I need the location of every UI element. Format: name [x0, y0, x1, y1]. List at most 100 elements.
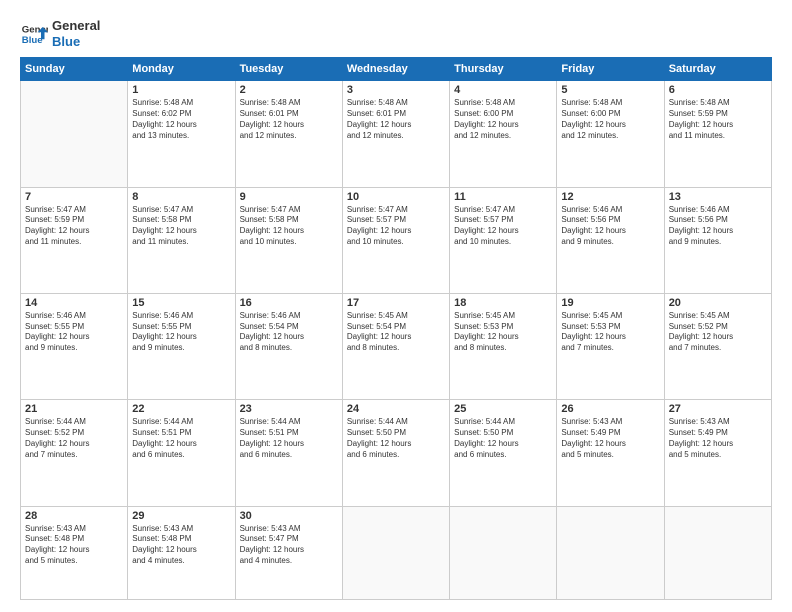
weekday-header-row: SundayMondayTuesdayWednesdayThursdayFrid…: [21, 58, 772, 81]
cell-info: Sunrise: 5:44 AM Sunset: 5:51 PM Dayligh…: [132, 417, 230, 460]
week-row-1: 1 Sunrise: 5:48 AM Sunset: 6:02 PM Daylig…: [21, 81, 772, 187]
cell-info: Sunrise: 5:45 AM Sunset: 5:53 PM Dayligh…: [561, 311, 659, 354]
calendar-cell: 21Sunrise: 5:44 AM Sunset: 5:52 PM Dayli…: [21, 400, 128, 506]
calendar-cell: [21, 81, 128, 187]
page: General Blue General Blue SundayMondayTu…: [0, 0, 792, 612]
calendar-cell: 12 Sunrise: 5:46 AM Sunset: 5:56 PM Dayli…: [557, 187, 664, 293]
week-row-3: 14 Sunrise: 5:46 AM Sunset: 5:55 PM Dayli…: [21, 293, 772, 399]
cell-info: Sunrise: 5:46 AM Sunset: 5:54 PM Dayligh…: [240, 311, 338, 354]
day-number: 19: [561, 297, 659, 309]
calendar-cell: 1 Sunrise: 5:48 AM Sunset: 6:02 PM Daylig…: [128, 81, 235, 187]
calendar-cell: 28 Sunrise: 5:43 AM Sunset: 5:48 PM Dayli…: [21, 506, 128, 599]
day-number: 29: [132, 510, 230, 522]
cell-info: Sunrise: 5:48 AM Sunset: 6:01 PM Dayligh…: [240, 98, 338, 141]
cell-info: Sunrise: 5:48 AM Sunset: 6:01 PM Dayligh…: [347, 98, 445, 141]
calendar-cell: [450, 506, 557, 599]
cell-info: Sunrise: 5:44 AM Sunset: 5:50 PM Dayligh…: [454, 417, 552, 460]
calendar-cell: 17Sunrise: 5:45 AM Sunset: 5:54 PM Dayli…: [342, 293, 449, 399]
cell-info: Sunrise: 5:47 AM Sunset: 5:57 PM Dayligh…: [347, 205, 445, 248]
day-number: 14: [25, 297, 123, 309]
calendar-cell: 25 Sunrise: 5:44 AM Sunset: 5:50 PM Dayli…: [450, 400, 557, 506]
cell-info: Sunrise: 5:46 AM Sunset: 5:56 PM Dayligh…: [669, 205, 767, 248]
day-number: 3: [347, 84, 445, 96]
calendar-cell: [557, 506, 664, 599]
day-number: 1: [132, 84, 230, 96]
day-number: 22: [132, 403, 230, 415]
calendar-cell: 11 Sunrise: 5:47 AM Sunset: 5:57 PM Dayli…: [450, 187, 557, 293]
cell-info: Sunrise: 5:47 AM Sunset: 5:58 PM Dayligh…: [240, 205, 338, 248]
weekday-wednesday: Wednesday: [342, 58, 449, 81]
calendar-cell: 26 Sunrise: 5:43 AM Sunset: 5:49 PM Dayli…: [557, 400, 664, 506]
day-number: 20: [669, 297, 767, 309]
day-number: 2: [240, 84, 338, 96]
day-number: 18: [454, 297, 552, 309]
calendar-cell: 29 Sunrise: 5:43 AM Sunset: 5:48 PM Dayli…: [128, 506, 235, 599]
cell-info: Sunrise: 5:48 AM Sunset: 5:59 PM Dayligh…: [669, 98, 767, 141]
calendar-cell: 23 Sunrise: 5:44 AM Sunset: 5:51 PM Dayli…: [235, 400, 342, 506]
cell-info: Sunrise: 5:45 AM Sunset: 5:54 PM Dayligh…: [347, 311, 445, 354]
calendar-cell: 4 Sunrise: 5:48 AM Sunset: 6:00 PM Daylig…: [450, 81, 557, 187]
day-number: 4: [454, 84, 552, 96]
cell-info: Sunrise: 5:48 AM Sunset: 6:00 PM Dayligh…: [561, 98, 659, 141]
logo: General Blue General Blue: [20, 18, 100, 49]
cell-info: Sunrise: 5:46 AM Sunset: 5:55 PM Dayligh…: [132, 311, 230, 354]
calendar-cell: 7 Sunrise: 5:47 AM Sunset: 5:59 PM Daylig…: [21, 187, 128, 293]
cell-info: Sunrise: 5:48 AM Sunset: 6:00 PM Dayligh…: [454, 98, 552, 141]
weekday-thursday: Thursday: [450, 58, 557, 81]
calendar-cell: [664, 506, 771, 599]
weekday-saturday: Saturday: [664, 58, 771, 81]
logo-blue: Blue: [52, 34, 100, 50]
day-number: 7: [25, 191, 123, 203]
cell-info: Sunrise: 5:44 AM Sunset: 5:51 PM Dayligh…: [240, 417, 338, 460]
cell-info: Sunrise: 5:44 AM Sunset: 5:50 PM Dayligh…: [347, 417, 445, 460]
calendar-cell: 2 Sunrise: 5:48 AM Sunset: 6:01 PM Daylig…: [235, 81, 342, 187]
weekday-friday: Friday: [557, 58, 664, 81]
day-number: 27: [669, 403, 767, 415]
calendar-cell: 18 Sunrise: 5:45 AM Sunset: 5:53 PM Dayli…: [450, 293, 557, 399]
cell-info: Sunrise: 5:43 AM Sunset: 5:49 PM Dayligh…: [561, 417, 659, 460]
cell-info: Sunrise: 5:46 AM Sunset: 5:55 PM Dayligh…: [25, 311, 123, 354]
day-number: 12: [561, 191, 659, 203]
day-number: 8: [132, 191, 230, 203]
week-row-2: 7 Sunrise: 5:47 AM Sunset: 5:59 PM Daylig…: [21, 187, 772, 293]
calendar-cell: 9 Sunrise: 5:47 AM Sunset: 5:58 PM Daylig…: [235, 187, 342, 293]
calendar-cell: 14 Sunrise: 5:46 AM Sunset: 5:55 PM Dayli…: [21, 293, 128, 399]
calendar-cell: 5 Sunrise: 5:48 AM Sunset: 6:00 PM Daylig…: [557, 81, 664, 187]
day-number: 9: [240, 191, 338, 203]
day-number: 26: [561, 403, 659, 415]
day-number: 5: [561, 84, 659, 96]
day-number: 15: [132, 297, 230, 309]
day-number: 6: [669, 84, 767, 96]
weekday-monday: Monday: [128, 58, 235, 81]
cell-info: Sunrise: 5:43 AM Sunset: 5:48 PM Dayligh…: [25, 524, 123, 567]
day-number: 21: [25, 403, 123, 415]
calendar-cell: 30Sunrise: 5:43 AM Sunset: 5:47 PM Dayli…: [235, 506, 342, 599]
logo-icon: General Blue: [20, 20, 48, 48]
logo-general: General: [52, 18, 100, 34]
weekday-sunday: Sunday: [21, 58, 128, 81]
calendar-cell: 27Sunrise: 5:43 AM Sunset: 5:49 PM Dayli…: [664, 400, 771, 506]
calendar-cell: 10Sunrise: 5:47 AM Sunset: 5:57 PM Dayli…: [342, 187, 449, 293]
week-row-4: 21Sunrise: 5:44 AM Sunset: 5:52 PM Dayli…: [21, 400, 772, 506]
day-number: 28: [25, 510, 123, 522]
calendar-cell: 20Sunrise: 5:45 AM Sunset: 5:52 PM Dayli…: [664, 293, 771, 399]
cell-info: Sunrise: 5:45 AM Sunset: 5:53 PM Dayligh…: [454, 311, 552, 354]
cell-info: Sunrise: 5:46 AM Sunset: 5:56 PM Dayligh…: [561, 205, 659, 248]
day-number: 13: [669, 191, 767, 203]
calendar-cell: 16 Sunrise: 5:46 AM Sunset: 5:54 PM Dayli…: [235, 293, 342, 399]
cell-info: Sunrise: 5:48 AM Sunset: 6:02 PM Dayligh…: [132, 98, 230, 141]
calendar-cell: 6 Sunrise: 5:48 AM Sunset: 5:59 PM Daylig…: [664, 81, 771, 187]
day-number: 25: [454, 403, 552, 415]
calendar-cell: 15 Sunrise: 5:46 AM Sunset: 5:55 PM Dayli…: [128, 293, 235, 399]
calendar-cell: 8 Sunrise: 5:47 AM Sunset: 5:58 PM Daylig…: [128, 187, 235, 293]
cell-info: Sunrise: 5:47 AM Sunset: 5:59 PM Dayligh…: [25, 205, 123, 248]
day-number: 11: [454, 191, 552, 203]
cell-info: Sunrise: 5:47 AM Sunset: 5:58 PM Dayligh…: [132, 205, 230, 248]
day-number: 16: [240, 297, 338, 309]
weekday-tuesday: Tuesday: [235, 58, 342, 81]
day-number: 23: [240, 403, 338, 415]
header: General Blue General Blue: [20, 18, 772, 49]
cell-info: Sunrise: 5:43 AM Sunset: 5:48 PM Dayligh…: [132, 524, 230, 567]
svg-text:Blue: Blue: [22, 34, 43, 45]
cell-info: Sunrise: 5:47 AM Sunset: 5:57 PM Dayligh…: [454, 205, 552, 248]
